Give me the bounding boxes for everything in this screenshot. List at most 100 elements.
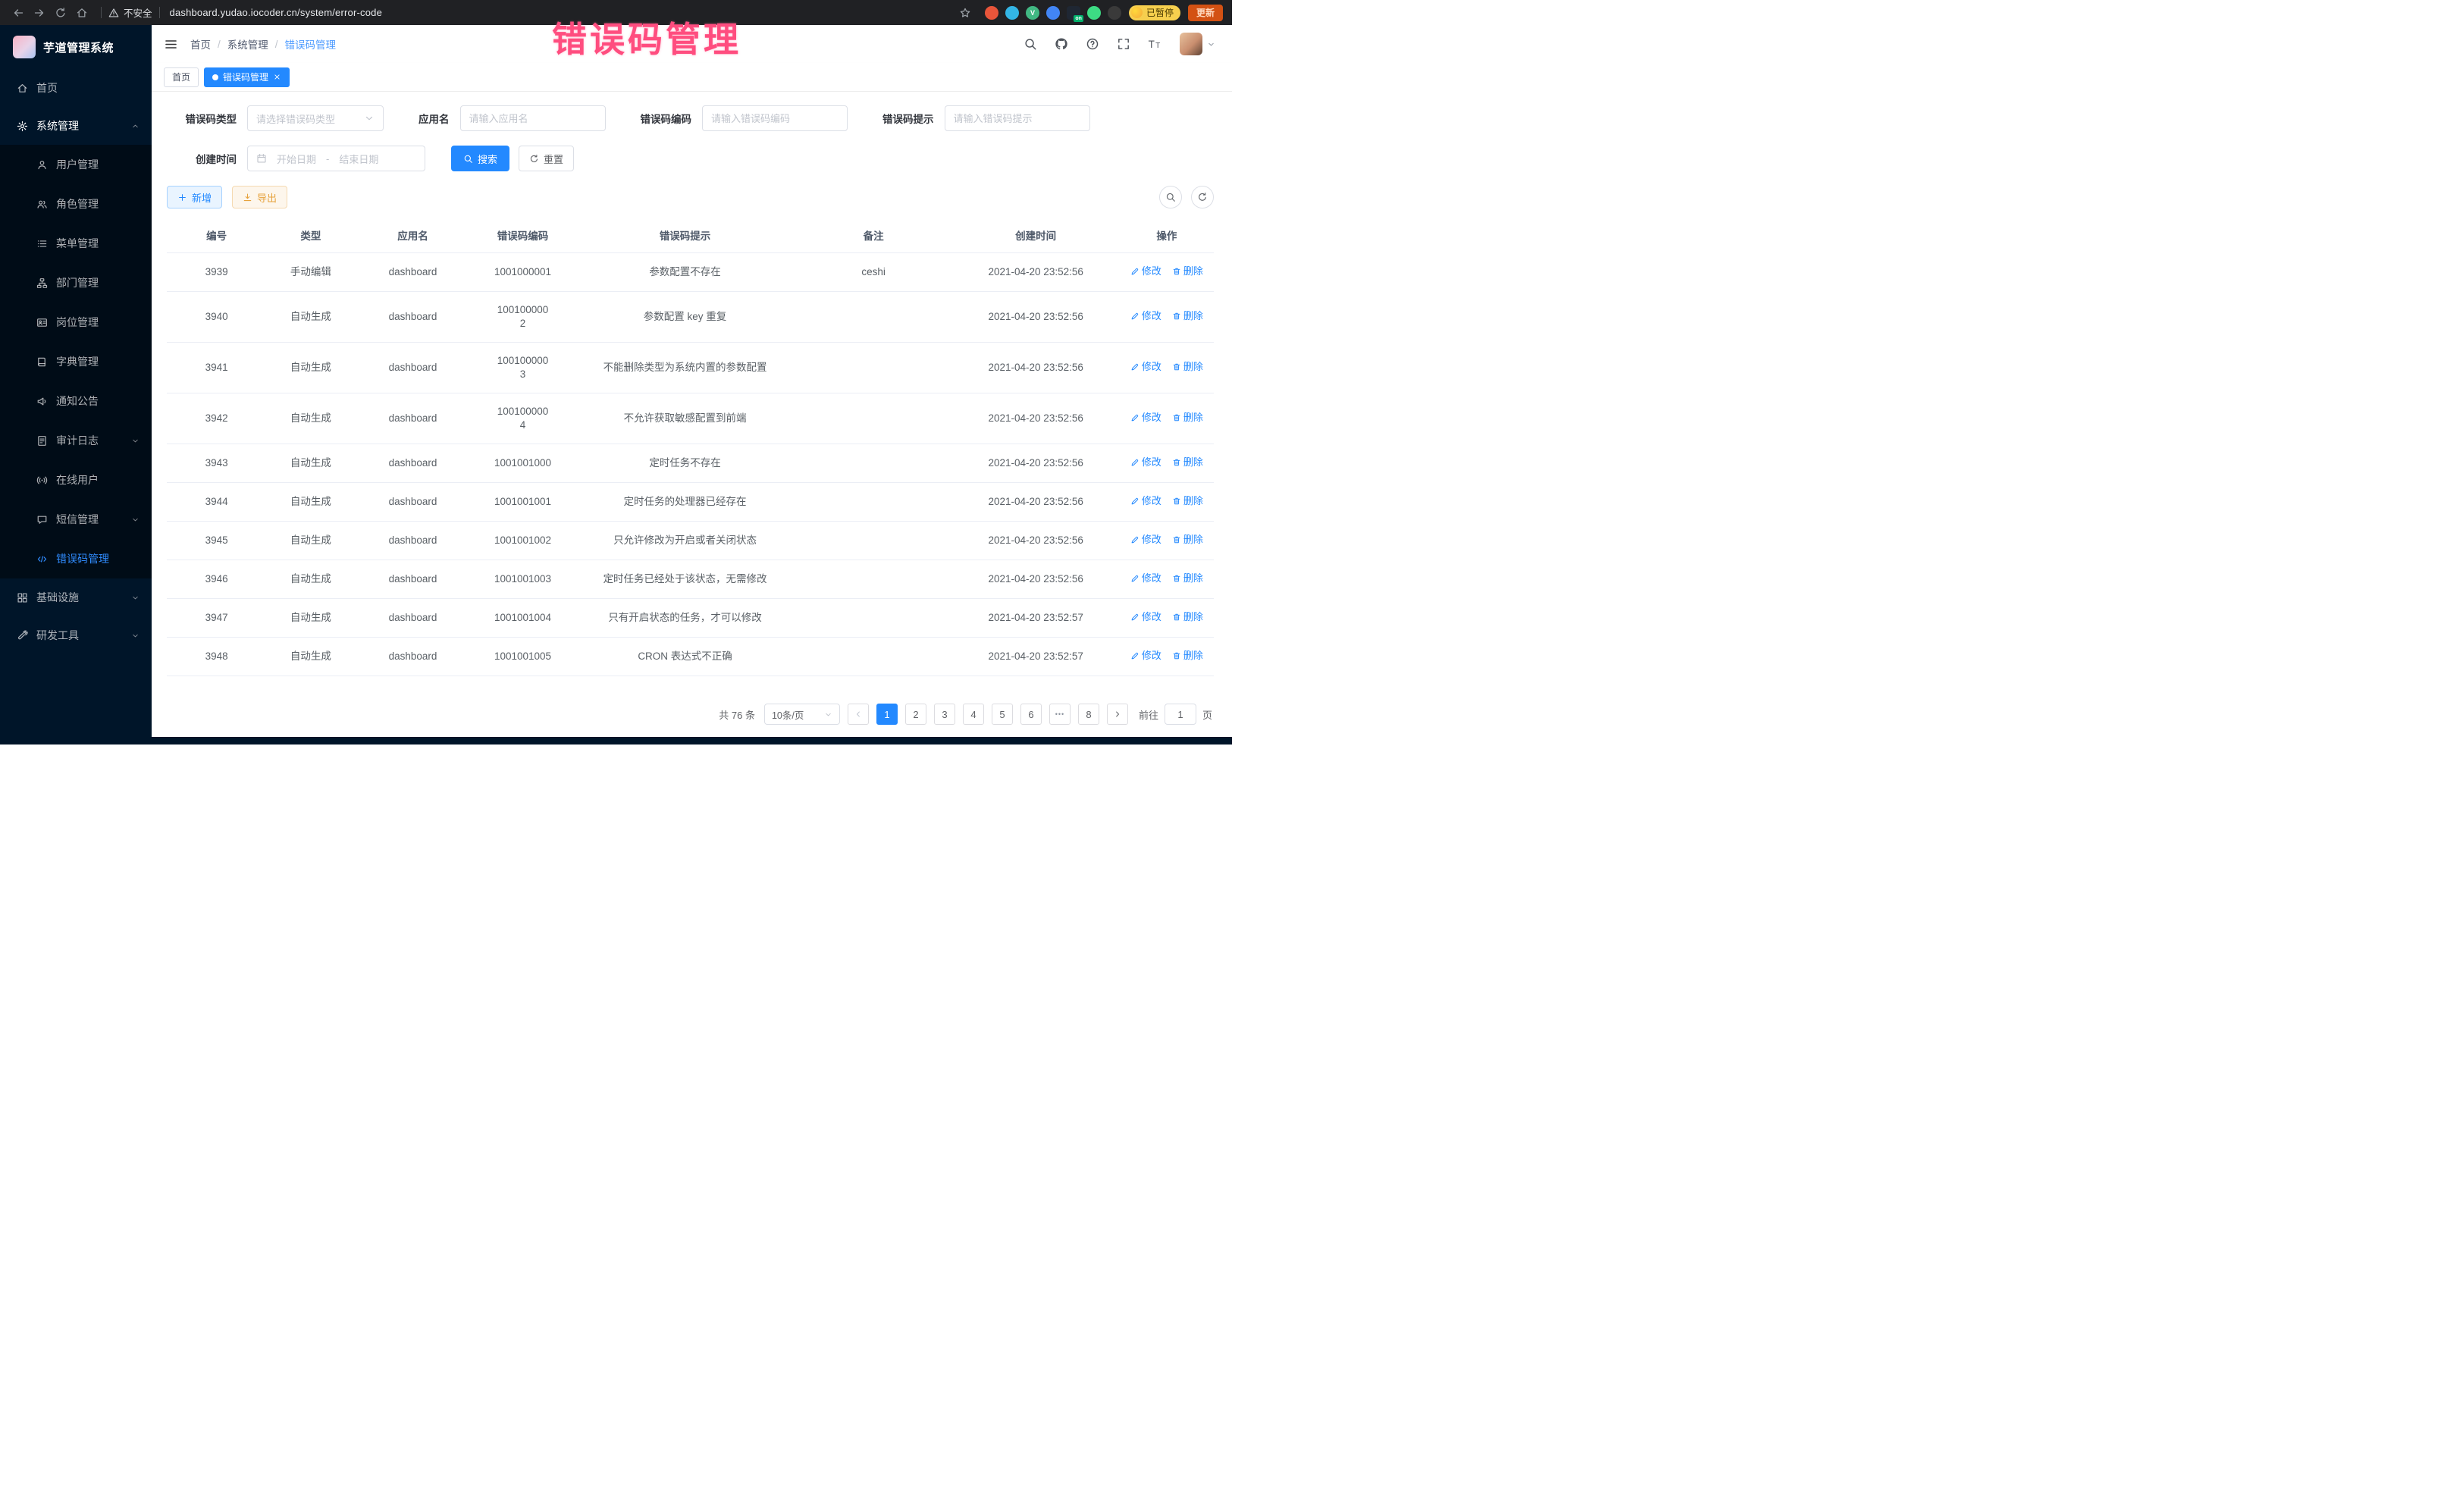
cell-code: 1001001002 [470, 522, 575, 560]
sidebar-item-audit-log[interactable]: 审计日志 [0, 421, 152, 460]
bookmark-star-icon[interactable] [957, 5, 973, 21]
user-avatar[interactable] [1180, 33, 1202, 55]
fullscreen-icon[interactable] [1117, 37, 1130, 51]
sidebar-item-home[interactable]: 首页 [0, 69, 152, 107]
edit-link[interactable]: 修改 [1130, 572, 1161, 585]
reset-button[interactable]: 重置 [519, 146, 574, 171]
browser-home-icon[interactable] [73, 4, 91, 22]
extension-icon-blue[interactable] [1005, 6, 1019, 20]
reload-icon[interactable] [52, 4, 70, 22]
reset-button-label: 重置 [544, 152, 563, 166]
paused-extension-pill[interactable]: 已暂停 [1129, 5, 1180, 20]
edit-link[interactable]: 修改 [1130, 494, 1161, 508]
extension-icon-grid[interactable] [1046, 6, 1060, 20]
sidebar-item-system[interactable]: 系统管理 [0, 107, 152, 145]
view-tab-0[interactable]: 首页 [164, 67, 199, 87]
column-header: 操作 [1120, 218, 1214, 253]
delete-link[interactable]: 删除 [1172, 533, 1203, 547]
pager-page-5[interactable]: 5 [992, 704, 1013, 725]
error-tip-input[interactable] [954, 113, 1081, 124]
sidebar-item-post[interactable]: 岗位管理 [0, 303, 152, 342]
sidebar-item-sms[interactable]: 短信管理 [0, 500, 152, 539]
delete-link[interactable]: 删除 [1172, 572, 1203, 585]
error-type-select[interactable]: 请选择错误码类型 [247, 105, 384, 131]
edit-link[interactable]: 修改 [1130, 265, 1161, 278]
sidebar-item-label: 首页 [36, 80, 140, 96]
font-size-icon[interactable]: TT [1148, 37, 1161, 51]
error-code-input[interactable] [711, 113, 839, 124]
pager-page-4[interactable]: 4 [963, 704, 984, 725]
sidebar-collapse-icon[interactable] [164, 37, 178, 52]
next-page-button[interactable] [1107, 704, 1128, 725]
delete-link[interactable]: 删除 [1172, 360, 1203, 374]
edit-link[interactable]: 修改 [1130, 610, 1161, 624]
delete-link[interactable]: 删除 [1172, 411, 1203, 425]
update-button[interactable]: 更新 [1188, 5, 1223, 21]
delete-link[interactable]: 删除 [1172, 265, 1203, 278]
extension-icon-vue[interactable]: V [1026, 6, 1039, 20]
sidebar-item-error-code[interactable]: 错误码管理 [0, 539, 152, 578]
sidebar-item-online-user[interactable]: 在线用户 [0, 460, 152, 500]
url-text[interactable]: dashboard.yudao.iocoder.cn/system/error-… [170, 7, 383, 18]
cell-id: 3944 [167, 483, 266, 522]
goto-page-input[interactable] [1165, 704, 1196, 725]
breadcrumb-item[interactable]: 系统管理 [227, 36, 268, 52]
sidebar-item-infra[interactable]: 基础设施 [0, 578, 152, 616]
breadcrumb-item[interactable]: 首页 [190, 36, 211, 52]
chevron-down-icon [364, 113, 375, 124]
divider [101, 7, 102, 18]
export-button[interactable]: 导出 [232, 186, 287, 208]
sidebar-item-dict[interactable]: 字典管理 [0, 342, 152, 381]
sidebar-item-dev-tools[interactable]: 研发工具 [0, 616, 152, 654]
date-range-picker[interactable]: 开始日期 - 结束日期 [247, 146, 425, 171]
toggle-search-button[interactable] [1159, 186, 1182, 208]
view-tab-1[interactable]: 错误码管理 [204, 67, 290, 87]
delete-link[interactable]: 删除 [1172, 610, 1203, 624]
back-icon[interactable] [9, 4, 27, 22]
cell-id: 3947 [167, 599, 266, 638]
pager-page-3[interactable]: 3 [934, 704, 955, 725]
edit-link[interactable]: 修改 [1130, 360, 1161, 374]
help-icon[interactable] [1086, 37, 1099, 51]
pager-page-1[interactable]: 1 [876, 704, 898, 725]
search-icon[interactable] [1024, 37, 1037, 51]
extension-icon-black[interactable] [1108, 6, 1121, 20]
delete-link[interactable]: 删除 [1172, 649, 1203, 663]
search-icon [1165, 192, 1176, 202]
edit-link[interactable]: 修改 [1130, 533, 1161, 547]
github-icon[interactable] [1055, 37, 1068, 51]
edit-link[interactable]: 修改 [1130, 309, 1161, 323]
prev-page-button[interactable] [848, 704, 869, 725]
close-icon[interactable] [273, 73, 281, 81]
pager-page-2[interactable]: 2 [905, 704, 926, 725]
security-indicator[interactable]: 不安全 [108, 5, 152, 20]
search-button[interactable]: 搜索 [451, 146, 509, 171]
edit-link[interactable]: 修改 [1130, 456, 1161, 469]
extension-icon-red[interactable] [985, 6, 998, 20]
add-button[interactable]: 新增 [167, 186, 222, 208]
pager-page-6[interactable]: 6 [1020, 704, 1042, 725]
forward-icon[interactable] [30, 4, 49, 22]
delete-link[interactable]: 删除 [1172, 494, 1203, 508]
search-icon [463, 154, 473, 164]
edit-link[interactable]: 修改 [1130, 411, 1161, 425]
sidebar-item-user[interactable]: 用户管理 [0, 145, 152, 184]
delete-link[interactable]: 删除 [1172, 309, 1203, 323]
sidebar-item-menu[interactable]: 菜单管理 [0, 224, 152, 263]
sidebar-item-dept[interactable]: 部门管理 [0, 263, 152, 303]
pager-more-button[interactable]: ••• [1049, 704, 1071, 725]
refresh-table-button[interactable] [1191, 186, 1214, 208]
page-size-select[interactable]: 10条/页 [764, 704, 840, 725]
pager-page-8[interactable]: 8 [1078, 704, 1099, 725]
cell-id: 3942 [167, 393, 266, 444]
edit-link[interactable]: 修改 [1130, 649, 1161, 663]
app-name-input[interactable] [469, 113, 597, 124]
delete-link[interactable]: 删除 [1172, 456, 1203, 469]
sidebar-item-notice[interactable]: 通知公告 [0, 381, 152, 421]
extension-icon-dark[interactable]: on [1067, 6, 1080, 20]
cell-code: 1001001004 [470, 599, 575, 638]
app-logo[interactable]: 芋道管理系统 [0, 25, 152, 69]
chevron-down-icon[interactable] [1207, 40, 1215, 49]
extension-icon-green[interactable] [1087, 6, 1101, 20]
sidebar-item-role[interactable]: 角色管理 [0, 184, 152, 224]
